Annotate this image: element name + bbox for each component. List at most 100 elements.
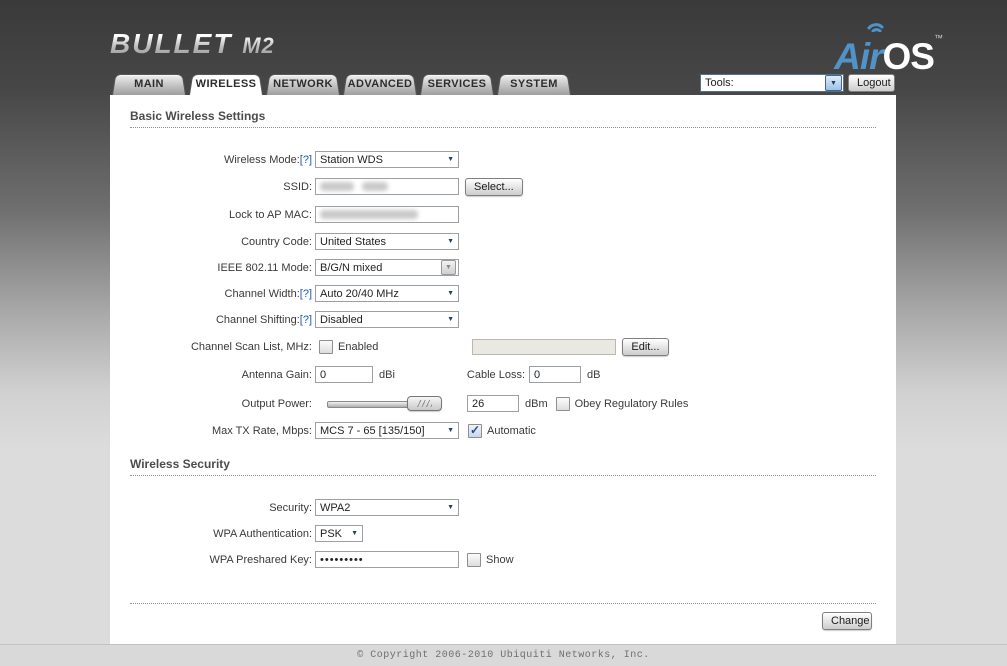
channel-scan-edit-button[interactable]: Edit...: [622, 337, 669, 356]
wpa-preshared-key-row: WPA Preshared Key: ••••••••• Show: [110, 551, 896, 568]
channel-shifting-row: Channel Shifting:[?] Disabled ▼: [110, 311, 896, 328]
output-power-unit: dBm: [525, 397, 548, 410]
max-tx-rate-label: Max TX Rate, Mbps:: [211, 424, 312, 437]
cable-loss-input[interactable]: 0: [529, 366, 581, 383]
content-panel: Basic Wireless Settings Wireless Mode:[?…: [110, 95, 896, 644]
country-code-select[interactable]: United States ▼: [315, 233, 459, 250]
show-key-checkbox[interactable]: [467, 552, 481, 567]
ssid-input[interactable]: [315, 178, 459, 195]
tab-advanced[interactable]: ADVANCED: [343, 72, 417, 95]
chevron-down-icon: ▼: [825, 75, 842, 91]
redacted-ssid-value: [362, 182, 388, 191]
chevron-down-icon: ▼: [447, 316, 454, 323]
cable-loss-unit: dB: [587, 368, 601, 381]
show-key-label: Show: [486, 553, 514, 566]
ieee-mode-row: IEEE 802.11 Mode: B/G/N mixed ▼: [110, 259, 896, 276]
chevron-down-icon: ▼: [447, 427, 454, 434]
change-button[interactable]: Change: [822, 612, 872, 630]
antenna-gain-label: Antenna Gain:: [241, 368, 312, 381]
wireless-mode-help-link[interactable]: [?]: [300, 154, 312, 166]
ssid-select-button[interactable]: Select...: [465, 177, 523, 196]
tab-network[interactable]: NETWORK: [266, 72, 340, 95]
tools-select[interactable]: Tools: ▼: [700, 74, 844, 92]
cable-loss-label: Cable Loss:: [466, 368, 525, 381]
max-tx-rate-row: Max TX Rate, Mbps: MCS 7 - 65 [135/150] …: [110, 422, 896, 439]
chevron-down-icon: ▼: [447, 290, 454, 297]
ssid-label: SSID:: [283, 180, 312, 193]
wireless-mode-select[interactable]: Station WDS ▼: [315, 151, 459, 168]
antenna-gain-input[interactable]: 0: [315, 366, 373, 383]
wpa-authentication-label: WPA Authentication:: [213, 527, 312, 540]
chevron-down-icon: ▼: [351, 530, 358, 537]
channel-shifting-help-link[interactable]: [?]: [300, 314, 312, 326]
antenna-gain-row: Antenna Gain: 0 dBi Cable Loss: 0 dB: [110, 366, 896, 383]
footer: © Copyright 2006-2010 Ubiquiti Networks,…: [0, 644, 1007, 666]
tab-main[interactable]: MAIN: [112, 72, 186, 95]
tab-services[interactable]: SERVICES: [420, 72, 494, 95]
security-label: Security:: [269, 501, 312, 514]
tab-wireless[interactable]: WIRELESS: [189, 72, 263, 95]
chevron-down-icon: ▼: [447, 504, 454, 511]
channel-shifting-select[interactable]: Disabled ▼: [315, 311, 459, 328]
country-code-label: Country Code:: [241, 235, 312, 248]
channel-shifting-value: Disabled: [320, 313, 363, 326]
output-power-input[interactable]: 26: [467, 395, 519, 412]
chevron-down-icon: ▼: [447, 238, 454, 245]
wifi-signal-icon: [867, 23, 884, 32]
channel-width-label: Channel Width:: [224, 287, 300, 300]
lock-to-ap-mac-input[interactable]: [315, 206, 459, 223]
channel-width-help-link[interactable]: [?]: [300, 288, 312, 300]
ieee-mode-select: B/G/N mixed ▼: [315, 259, 459, 276]
automatic-checkbox[interactable]: [468, 423, 482, 438]
lock-to-ap-mac-row: Lock to AP MAC:: [110, 206, 896, 223]
antenna-gain-unit: dBi: [379, 368, 395, 381]
lock-to-ap-mac-label: Lock to AP MAC:: [229, 208, 312, 221]
wpa-authentication-row: WPA Authentication: PSK ▼: [110, 525, 896, 542]
channel-scan-list-label: Channel Scan List, MHz:: [190, 340, 312, 353]
wireless-security-title: Wireless Security: [130, 457, 876, 476]
country-code-row: Country Code: United States ▼: [110, 233, 896, 250]
wireless-mode-row: Wireless Mode:[?] Station WDS ▼: [110, 151, 896, 168]
ieee-mode-label: IEEE 802.11 Mode:: [217, 261, 312, 274]
security-select[interactable]: WPA2 ▼: [315, 499, 459, 516]
redacted-mac-value: [320, 210, 418, 219]
max-tx-rate-value: MCS 7 - 65 [135/150]: [320, 424, 425, 437]
output-power-row: Output Power: 26 dBm Obey Regulatory Rul…: [110, 395, 896, 412]
tools-select-value: Tools:: [705, 77, 734, 89]
wpa-authentication-select[interactable]: PSK ▼: [315, 525, 363, 542]
chevron-down-icon: ▼: [441, 260, 456, 275]
ssid-row: SSID: Select...: [110, 177, 896, 196]
channel-width-row: Channel Width:[?] Auto 20/40 MHz ▼: [110, 285, 896, 302]
chevron-down-icon: ▼: [447, 156, 454, 163]
tab-system[interactable]: SYSTEM: [497, 72, 571, 95]
wireless-mode-value: Station WDS: [320, 153, 383, 166]
slider-handle[interactable]: [407, 396, 442, 411]
basic-wireless-settings-title: Basic Wireless Settings: [130, 109, 876, 128]
output-power-slider[interactable]: [327, 395, 442, 412]
copyright-text: © Copyright 2006-2010 Ubiquiti Networks,…: [357, 650, 650, 661]
security-row: Security: WPA2 ▼: [110, 499, 896, 516]
channel-width-select[interactable]: Auto 20/40 MHz ▼: [315, 285, 459, 302]
ieee-mode-value: B/G/N mixed: [320, 261, 383, 274]
bottom-separator: [130, 603, 876, 604]
channel-scan-enabled-label: Enabled: [338, 340, 379, 353]
max-tx-rate-select[interactable]: MCS 7 - 65 [135/150] ▼: [315, 422, 459, 439]
obey-regulatory-checkbox[interactable]: [555, 396, 570, 411]
wpa-authentication-value: PSK: [320, 527, 343, 540]
automatic-label: Automatic: [487, 424, 536, 437]
country-code-value: United States: [320, 235, 387, 248]
device-logo: BULLET M2: [110, 28, 275, 59]
wireless-mode-label: Wireless Mode:: [223, 153, 300, 166]
channel-width-value: Auto 20/40 MHz: [320, 287, 399, 300]
output-power-label: Output Power:: [241, 397, 312, 410]
wpa-preshared-key-label: WPA Preshared Key:: [209, 553, 312, 566]
wpa-preshared-key-input[interactable]: •••••••••: [315, 551, 459, 568]
obey-regulatory-label: Obey Regulatory Rules: [574, 397, 689, 410]
channel-shifting-label: Channel Shifting:: [215, 313, 300, 326]
logout-button[interactable]: Logout: [848, 74, 895, 92]
channel-scan-list-input: [472, 338, 617, 355]
security-value: WPA2: [320, 501, 351, 514]
redacted-ssid-value: [320, 182, 354, 191]
channel-scan-enabled-checkbox[interactable]: [319, 339, 333, 354]
tab-bar: MAIN WIRELESS NETWORK ADVANCED SERVICES …: [112, 72, 574, 95]
